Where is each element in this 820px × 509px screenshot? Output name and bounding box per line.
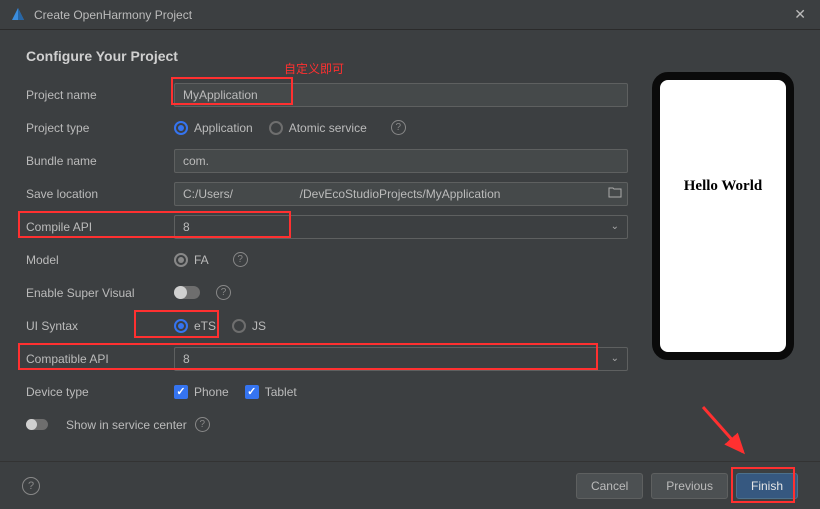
compatible-api-value: 8 bbox=[183, 352, 190, 366]
super-visual-toggle[interactable] bbox=[174, 286, 200, 299]
project-name-input[interactable] bbox=[174, 83, 628, 107]
row-compatible-api: Compatible API 8 ⌄ bbox=[26, 342, 628, 375]
cancel-button[interactable]: Cancel bbox=[576, 473, 643, 499]
row-show-in-service-center: Show in service center ? bbox=[26, 408, 628, 441]
label-model: Model bbox=[26, 253, 174, 267]
titlebar: Create OpenHarmony Project ✕ bbox=[0, 0, 820, 30]
label-super-visual: Enable Super Visual bbox=[26, 286, 174, 300]
app-logo-icon bbox=[10, 7, 26, 23]
label-compile-api: Compile API bbox=[26, 220, 174, 234]
label-save-location: Save location bbox=[26, 187, 174, 201]
chevron-down-icon: ⌄ bbox=[611, 221, 619, 232]
compatible-api-select[interactable]: 8 ⌄ bbox=[174, 347, 628, 371]
device-preview: Hello World bbox=[652, 72, 794, 360]
label-service-center: Show in service center bbox=[66, 418, 187, 432]
row-enable-super-visual: Enable Super Visual ? bbox=[26, 276, 628, 309]
bottombar: ? Cancel Previous Finish bbox=[0, 461, 820, 509]
save-location-input[interactable] bbox=[174, 182, 628, 206]
row-save-location: Save location bbox=[26, 177, 628, 210]
checkbox-tablet[interactable]: ✓Tablet bbox=[245, 385, 297, 399]
form-area: 自定义即可 Project name Project type Applicat… bbox=[26, 78, 794, 441]
compile-api-select[interactable]: 8 ⌄ bbox=[174, 215, 628, 239]
label-device-type: Device type bbox=[26, 385, 174, 399]
label-compatible-api: Compatible API bbox=[26, 352, 174, 366]
previous-button[interactable]: Previous bbox=[651, 473, 728, 499]
radio-js[interactable]: JS bbox=[232, 319, 266, 333]
page-heading: Configure Your Project bbox=[26, 48, 794, 64]
row-project-name: 自定义即可 Project name bbox=[26, 78, 628, 111]
label-project-name: Project name bbox=[26, 88, 174, 102]
help-icon[interactable]: ? bbox=[233, 252, 248, 267]
help-icon[interactable]: ? bbox=[391, 120, 406, 135]
radio-application[interactable]: Application bbox=[174, 121, 253, 135]
finish-button[interactable]: Finish bbox=[736, 473, 798, 499]
close-icon[interactable]: ✕ bbox=[790, 6, 810, 23]
help-icon[interactable]: ? bbox=[216, 285, 231, 300]
radio-atomic-service[interactable]: Atomic service bbox=[269, 121, 367, 135]
help-icon[interactable]: ? bbox=[195, 417, 210, 432]
chevron-down-icon: ⌄ bbox=[611, 353, 619, 364]
radio-fa-model[interactable]: FA bbox=[174, 253, 209, 267]
row-model: Model FA ? bbox=[26, 243, 628, 276]
bundle-name-input[interactable] bbox=[174, 149, 628, 173]
window-title: Create OpenHarmony Project bbox=[34, 8, 790, 22]
row-ui-syntax: UI Syntax eTS JS bbox=[26, 309, 628, 342]
row-bundle-name: Bundle name bbox=[26, 144, 628, 177]
checkbox-phone[interactable]: ✓Phone bbox=[174, 385, 229, 399]
form-column: 自定义即可 Project name Project type Applicat… bbox=[26, 78, 628, 441]
help-button[interactable]: ? bbox=[22, 477, 40, 495]
row-project-type: Project type Application Atomic service … bbox=[26, 111, 628, 144]
content: Configure Your Project 自定义即可 Project nam… bbox=[0, 30, 820, 441]
label-project-type: Project type bbox=[26, 121, 174, 135]
preview-text: Hello World bbox=[684, 178, 762, 195]
label-ui-syntax: UI Syntax bbox=[26, 319, 174, 333]
compile-api-value: 8 bbox=[183, 220, 190, 234]
service-center-toggle[interactable] bbox=[26, 419, 48, 430]
row-compile-api: Compile API 8 ⌄ bbox=[26, 210, 628, 243]
row-device-type: Device type ✓Phone ✓Tablet bbox=[26, 375, 628, 408]
radio-ets[interactable]: eTS bbox=[174, 319, 216, 333]
label-bundle-name: Bundle name bbox=[26, 154, 174, 168]
